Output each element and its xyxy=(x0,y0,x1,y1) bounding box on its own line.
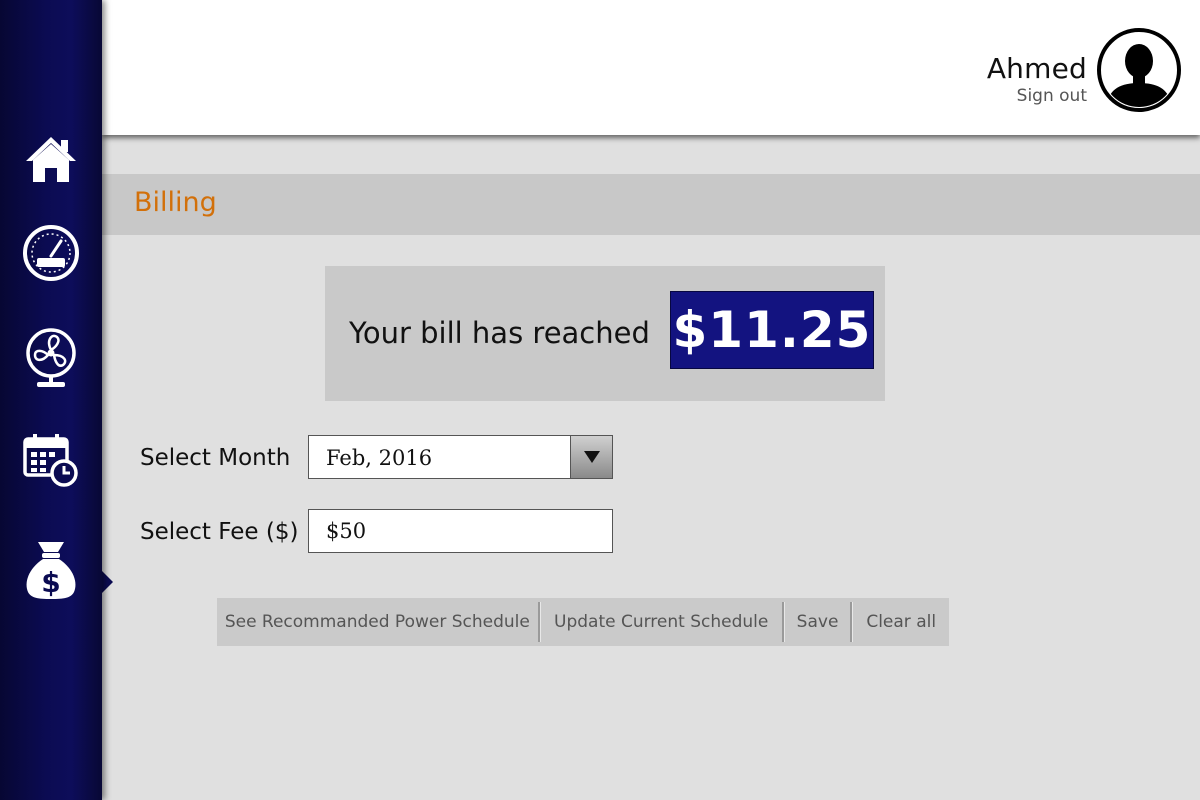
action-button-bar: See Recommanded Power Schedule Update Cu… xyxy=(217,598,949,646)
sidebar: $ xyxy=(0,0,102,800)
update-schedule-button[interactable]: Update Current Schedule xyxy=(541,598,782,646)
user-name: Ahmed xyxy=(986,52,1087,85)
sidebar-item-billing[interactable]: $ xyxy=(0,525,102,615)
bill-label: Your bill has reached xyxy=(349,316,650,350)
month-dropdown-button[interactable] xyxy=(570,436,612,478)
page-title: Billing xyxy=(134,187,217,218)
clear-all-button[interactable]: Clear all xyxy=(853,598,949,646)
avatar[interactable] xyxy=(1096,27,1182,113)
month-select-value: Feb, 2016 xyxy=(326,446,433,470)
sidebar-item-home[interactable] xyxy=(0,115,102,205)
money-bag-icon: $ xyxy=(26,542,76,599)
calendar-clock-icon xyxy=(23,434,78,487)
fan-icon xyxy=(26,328,76,387)
gauge-icon xyxy=(23,225,79,281)
save-button[interactable]: Save xyxy=(785,598,851,646)
page-heading-bar: Billing xyxy=(102,174,1200,235)
header: Ahmed Sign out xyxy=(102,0,1200,135)
month-select[interactable]: Feb, 2016 xyxy=(308,435,613,479)
fee-input[interactable] xyxy=(308,509,613,553)
sidebar-item-appliances[interactable] xyxy=(0,313,102,403)
month-label: Select Month xyxy=(140,445,291,471)
svg-text:$: $ xyxy=(41,566,60,599)
bill-summary-panel: Your bill has reached $11.25 xyxy=(325,266,885,401)
see-recommended-schedule-button[interactable]: See Recommanded Power Schedule xyxy=(217,598,538,646)
sidebar-item-schedule[interactable] xyxy=(0,415,102,505)
sign-out-link[interactable]: Sign out xyxy=(1017,86,1087,106)
bill-amount: $11.25 xyxy=(670,291,874,369)
sidebar-item-meter[interactable] xyxy=(0,208,102,298)
home-icon xyxy=(26,137,76,182)
fee-label: Select Fee ($) xyxy=(140,519,299,545)
caret-down-icon xyxy=(583,451,600,463)
